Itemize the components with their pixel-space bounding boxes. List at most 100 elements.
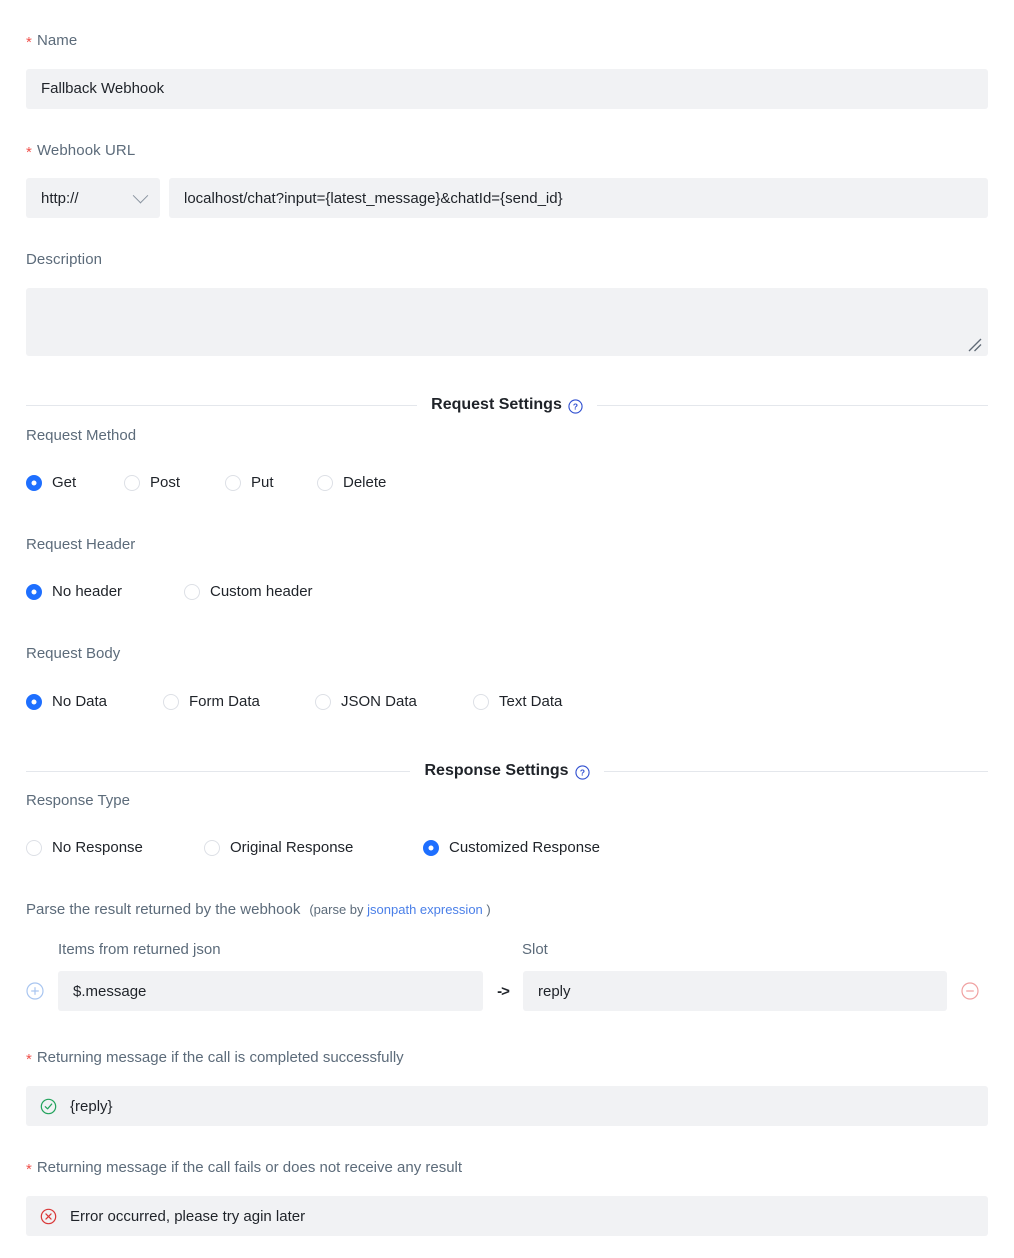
- divider-line-left: [26, 404, 418, 406]
- radio-indicator: [124, 474, 140, 491]
- webhook-config-form: * Name Fallback Webhook * Webhook URL http…: [0, 0, 1014, 1258]
- required-asterisk: *: [26, 34, 32, 51]
- request-method-label-text: Request Method: [26, 427, 137, 444]
- radio-body-json-data[interactable]: JSON Data: [315, 693, 473, 710]
- radio-response-original-response[interactable]: Original Response: [204, 839, 423, 856]
- radio-indicator: [163, 693, 179, 710]
- response-settings-title-text: Response Settings: [424, 762, 569, 779]
- error-circle-icon: [40, 1208, 57, 1224]
- radio-indicator: [26, 583, 42, 600]
- radio-method-delete[interactable]: Delete: [317, 474, 386, 491]
- radio-indicator: [26, 474, 42, 491]
- svg-text:?: ?: [579, 767, 584, 777]
- response-settings-title: Response Settings ?: [424, 762, 590, 780]
- request-header-group: No header Custom header: [26, 583, 313, 600]
- radio-method-get[interactable]: Get: [26, 474, 124, 491]
- mapping-row: $.message -> reply: [26, 971, 988, 1011]
- description-label: Description: [26, 250, 102, 270]
- request-settings-title-text: Request Settings: [431, 396, 562, 413]
- request-method-label: Request Method: [26, 427, 136, 444]
- parse-text: Parse the result returned by the webhook: [26, 901, 301, 918]
- required-asterisk: *: [26, 1161, 32, 1178]
- request-header-label-text: Request Header: [26, 536, 136, 553]
- description-label-text: Description: [26, 251, 103, 268]
- radio-label: No Data: [52, 693, 108, 710]
- radio-label: No header: [52, 583, 123, 600]
- success-message-label: * Returning message if the call is comple…: [26, 1049, 404, 1068]
- response-settings-divider: Response Settings ?: [26, 762, 988, 780]
- radio-body-no-data[interactable]: No Data: [26, 693, 163, 710]
- plus-circle-icon[interactable]: [26, 982, 44, 1000]
- required-asterisk: *: [26, 144, 32, 161]
- radio-indicator: [225, 474, 241, 491]
- radio-label: Delete: [343, 474, 387, 491]
- jsonpath-expression-link[interactable]: jsonpath expression: [367, 902, 483, 917]
- column-header-items-text: Items from returned json: [58, 941, 221, 958]
- mapping-slot-input[interactable]: reply: [523, 971, 947, 1011]
- response-type-group: No Response Original Response Customized…: [26, 839, 600, 856]
- column-header-slot: Slot: [522, 941, 548, 958]
- parse-description: Parse the result returned by the webhook…: [26, 901, 491, 918]
- webhook-url-label: * Webhook URL: [26, 141, 135, 161]
- protocol-value: http://: [41, 189, 79, 207]
- check-circle-icon: [40, 1098, 57, 1114]
- radio-header-custom-header[interactable]: Custom header: [184, 583, 313, 600]
- radio-method-put[interactable]: Put: [225, 474, 317, 491]
- mapping-arrow: ->: [497, 982, 510, 1000]
- radio-label: Customized Response: [449, 839, 600, 856]
- column-header-items: Items from returned json: [58, 941, 221, 958]
- radio-body-form-data[interactable]: Form Data: [163, 693, 315, 710]
- failure-message-input[interactable]: Error occurred, please try agin later: [26, 1196, 988, 1236]
- failure-message-value: Error occurred, please try agin later: [70, 1207, 306, 1225]
- failure-message-label: * Returning message if the call fails or …: [26, 1159, 463, 1178]
- radio-label: Put: [251, 474, 274, 491]
- name-label: * Name: [26, 31, 77, 51]
- description-textarea[interactable]: [26, 288, 988, 356]
- radio-indicator: [315, 693, 331, 710]
- mapping-item-input[interactable]: $.message: [58, 971, 483, 1011]
- radio-body-text-data[interactable]: Text Data: [473, 693, 562, 710]
- webhook-url-input[interactable]: localhost/chat?input={latest_message}&ch…: [169, 178, 988, 218]
- divider-line-left: [26, 770, 411, 772]
- minus-circle-icon[interactable]: [961, 982, 979, 1000]
- request-settings-divider: Request Settings ?: [26, 396, 988, 414]
- webhook-url-value: localhost/chat?input={latest_message}&ch…: [184, 189, 563, 207]
- name-label-text: Name: [36, 32, 78, 49]
- radio-header-no-header[interactable]: No header: [26, 583, 184, 600]
- failure-message-label-text: Returning message if the call fails or d…: [36, 1159, 463, 1176]
- radio-method-post[interactable]: Post: [124, 474, 225, 491]
- divider-line-right: [596, 404, 988, 406]
- required-asterisk: *: [26, 1051, 32, 1068]
- radio-indicator: [26, 693, 42, 710]
- response-type-label: Response Type: [26, 792, 130, 809]
- mapping-item-value: $.message: [73, 982, 147, 1000]
- radio-response-no-response[interactable]: No Response: [26, 839, 204, 856]
- radio-label: Text Data: [499, 693, 563, 710]
- mapping-slot-value: reply: [538, 982, 571, 1000]
- webhook-url-row: http:// localhost/chat?input={latest_mes…: [26, 178, 988, 218]
- protocol-select[interactable]: http://: [26, 178, 160, 218]
- radio-indicator: [317, 474, 333, 491]
- request-header-label: Request Header: [26, 536, 135, 553]
- success-message-input[interactable]: {reply}: [26, 1086, 988, 1126]
- radio-label: Original Response: [230, 839, 354, 856]
- request-method-group: Get Post Put Delete: [26, 474, 386, 491]
- radio-indicator: [204, 839, 220, 856]
- svg-text:?: ?: [573, 401, 578, 411]
- parse-hint-suffix: ): [482, 902, 491, 917]
- radio-label: Get: [52, 474, 77, 491]
- chevron-down-icon: [132, 187, 149, 203]
- radio-label: Post: [150, 474, 181, 491]
- question-circle-icon[interactable]: ?: [574, 764, 590, 780]
- response-type-label-text: Response Type: [26, 792, 130, 809]
- question-circle-icon[interactable]: ?: [568, 398, 583, 414]
- success-message-label-text: Returning message if the call is complet…: [36, 1049, 404, 1066]
- divider-line-right: [603, 770, 988, 772]
- parse-hint-prefix: (parse by: [309, 902, 368, 917]
- radio-response-customized-response[interactable]: Customized Response: [423, 839, 600, 856]
- radio-indicator: [473, 693, 489, 710]
- column-header-slot-text: Slot: [522, 941, 548, 958]
- radio-indicator: [184, 583, 200, 600]
- request-settings-title: Request Settings ?: [431, 396, 583, 414]
- name-input[interactable]: Fallback Webhook: [26, 69, 988, 109]
